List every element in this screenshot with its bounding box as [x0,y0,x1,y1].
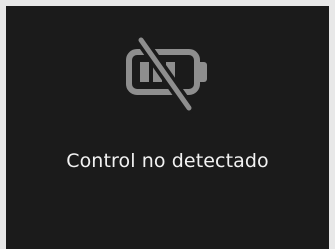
battery-disconnected-icon [126,34,207,114]
status-message: Control no detectado [66,150,269,172]
status-screen: Control no detectado [6,6,329,249]
display-frame: Control no detectado [0,0,335,249]
